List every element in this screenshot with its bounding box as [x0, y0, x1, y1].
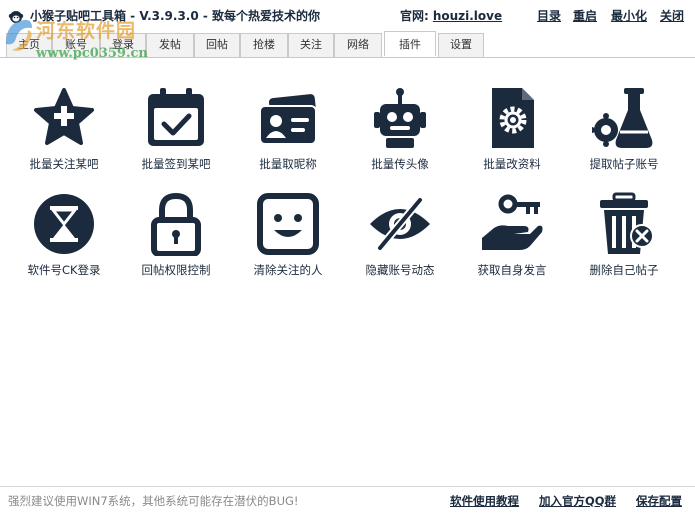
official-site-label: 官网:: [400, 9, 429, 23]
plugin-grid: 批量关注某吧 批量签到某吧 批量取昵称 批量传头像 批量改资料 提取帖子账号 软…: [0, 70, 695, 470]
catalog-button[interactable]: 目录: [537, 7, 561, 24]
plugin-delete-own-posts[interactable]: 删除自己帖子: [574, 186, 674, 286]
smiley-icon: [257, 193, 319, 255]
plugin-get-own-posts[interactable]: 获取自身发言: [462, 186, 562, 286]
plugin-label: 提取帖子账号: [589, 157, 659, 171]
tab-accounts[interactable]: 账号: [52, 33, 100, 57]
footer-divider: [0, 486, 695, 487]
robot-icon: [374, 88, 426, 148]
tab-strip: 主页 账号 登录 发帖 回帖 抢楼 关注 网络 插件 设置: [6, 31, 692, 57]
window-title: 小猴子贴吧工具箱 - V.3.9.3.0 - 致每个热爱技术的你: [30, 9, 321, 23]
plugin-label: 隐藏账号动态: [365, 263, 435, 277]
plugin-label: 清除关注的人: [253, 263, 323, 277]
plugin-reply-permission[interactable]: 回帖权限控制: [126, 186, 226, 286]
plugin-label: 批量关注某吧: [29, 157, 99, 171]
plugin-label: 批量改资料: [483, 157, 541, 171]
id-card-icon: [259, 94, 318, 145]
title-bar: 小猴子贴吧工具箱 - V.3.9.3.0 - 致每个热爱技术的你 官网: houz…: [0, 0, 695, 32]
tab-plugins[interactable]: 插件: [384, 31, 436, 56]
tab-post[interactable]: 发帖: [146, 33, 194, 57]
tab-login[interactable]: 登录: [100, 33, 146, 57]
trash-delete-icon: [600, 192, 654, 254]
plugin-bulk-profile[interactable]: 批量改资料: [462, 80, 562, 180]
plugin-label: 删除自己帖子: [589, 263, 659, 277]
official-site-link[interactable]: houzi.love: [433, 9, 502, 23]
plugin-label: 批量签到某吧: [141, 157, 211, 171]
plugin-extract-post-accounts[interactable]: 提取帖子账号: [574, 80, 674, 180]
flask-gear-icon: [592, 88, 653, 148]
plugin-label: 批量传头像: [371, 157, 429, 171]
plugin-bulk-avatar[interactable]: 批量传头像: [350, 80, 450, 180]
plugin-ck-login[interactable]: 软件号CK登录: [14, 186, 114, 286]
plugin-label: 软件号CK登录: [27, 263, 101, 277]
hand-key-icon: [482, 194, 543, 250]
plugin-label: 获取自身发言: [477, 263, 547, 277]
padlock-icon: [151, 192, 201, 256]
eye-slash-icon: [370, 196, 430, 252]
save-config-link[interactable]: 保存配置: [636, 493, 682, 509]
star-plus-icon: [34, 88, 94, 145]
tab-follow[interactable]: 关注: [288, 33, 334, 57]
plugin-bulk-nickname[interactable]: 批量取昵称: [238, 80, 338, 180]
join-qq-group-link[interactable]: 加入官方QQ群: [539, 493, 616, 509]
plugin-clear-following[interactable]: 清除关注的人: [238, 186, 338, 286]
monkey-logo-icon: [8, 11, 24, 23]
restart-button[interactable]: 重启: [573, 7, 597, 24]
hourglass-icon: [34, 194, 94, 254]
tab-network[interactable]: 网络: [334, 33, 382, 57]
tab-settings[interactable]: 设置: [438, 33, 484, 57]
calendar-check-icon: [148, 88, 204, 146]
footer-note: 强烈建议使用WIN7系统，其他系统可能存在潜伏的BUG!: [8, 494, 299, 508]
tab-grab-floor[interactable]: 抢楼: [240, 33, 288, 57]
document-gear-icon: [492, 88, 534, 148]
tab-home[interactable]: 主页: [6, 33, 52, 57]
tab-strip-divider: [0, 57, 695, 58]
plugin-bulk-follow-bar[interactable]: 批量关注某吧: [14, 80, 114, 180]
close-button[interactable]: 关闭: [660, 7, 684, 24]
plugin-bulk-signin-bar[interactable]: 批量签到某吧: [126, 80, 226, 180]
plugin-hide-activity[interactable]: 隐藏账号动态: [350, 186, 450, 286]
official-site: 官网: houzi.love: [400, 7, 502, 24]
plugin-label: 回帖权限控制: [141, 263, 211, 277]
tab-reply[interactable]: 回帖: [194, 33, 240, 57]
minimize-button[interactable]: 最小化: [611, 7, 647, 24]
tutorial-link[interactable]: 软件使用教程: [450, 493, 519, 509]
plugin-label: 批量取昵称: [259, 157, 317, 171]
